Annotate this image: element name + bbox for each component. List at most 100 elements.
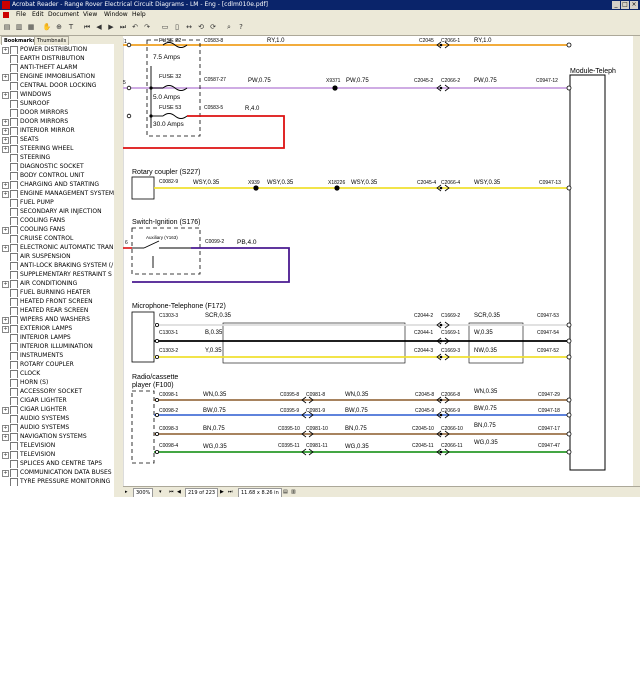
expand-icon[interactable]: + [2, 182, 9, 189]
bookmark-item[interactable]: + COOLING FANS [0, 225, 114, 234]
bookmark-item[interactable]: CRUISE CONTROL [0, 234, 114, 243]
expand-icon[interactable]: + [2, 470, 9, 477]
bookmark-item[interactable]: HORN (S) [0, 378, 114, 387]
expand-icon[interactable]: + [2, 74, 9, 81]
bookmark-item[interactable]: SUPPLEMENTARY RESTRAINT S [0, 270, 114, 279]
hand-tool-icon[interactable]: ✋ [42, 22, 52, 32]
expand-icon[interactable]: + [2, 227, 9, 234]
panel-splitter[interactable] [114, 36, 123, 497]
bookmark-item[interactable]: CENTRAL DOOR LOCKING [0, 81, 114, 90]
menu-view[interactable]: View [83, 10, 97, 20]
bookmark-item[interactable]: + ENGINE IMMOBILISATION [0, 72, 114, 81]
zoom-field[interactable]: 300% [133, 488, 154, 497]
open-icon[interactable]: ▤ [2, 22, 12, 32]
bookmark-item[interactable]: TYRE PRESSURE MONITORING [0, 477, 114, 486]
bookmark-item[interactable]: CLOCK [0, 369, 114, 378]
maximize-icon[interactable]: □ [621, 1, 629, 9]
close-icon[interactable]: × [630, 1, 638, 9]
menu-edit[interactable]: Edit [32, 10, 44, 20]
bookmark-item[interactable]: SPLICES AND CENTRE TAPS [0, 459, 114, 468]
bookmark-item[interactable]: + ELECTRONIC AUTOMATIC TRAN [0, 243, 114, 252]
print-icon[interactable]: ▥ [14, 22, 24, 32]
expand-icon[interactable]: + [2, 146, 9, 153]
previous-page-icon[interactable]: ◀ [94, 22, 104, 32]
tab-bookmarks[interactable]: Bookmarks [1, 36, 39, 45]
next-page-icon[interactable]: ▶ [106, 22, 116, 32]
expand-icon[interactable]: + [2, 137, 9, 144]
expand-icon[interactable]: + [2, 407, 9, 414]
bookmark-item[interactable]: ANTI-THEFT ALARM [0, 63, 114, 72]
bookmark-item[interactable]: HEATED FRONT SCREEN [0, 297, 114, 306]
fit-width-icon[interactable]: ↔ [184, 22, 194, 32]
expand-icon[interactable]: + [2, 128, 9, 135]
page-layout-icon[interactable]: ▤ [283, 488, 288, 496]
bookmark-item[interactable]: INSTRUMENTS [0, 351, 114, 360]
bookmark-item[interactable]: EARTH DISTRIBUTION [0, 54, 114, 63]
bookmark-item[interactable]: TELEVISION [0, 441, 114, 450]
bookmark-item[interactable]: + WINDOWS [0, 90, 114, 99]
first-page-icon[interactable]: ⏮ [82, 22, 92, 32]
last-page-icon[interactable]: ⏭ [118, 22, 128, 32]
zoom-dropdown-icon[interactable]: ▾ [159, 488, 162, 496]
bookmark-item[interactable]: SUNROOF [0, 99, 114, 108]
bookmark-item[interactable]: + AUDIO SYSTEMS [0, 423, 114, 432]
bookmark-item[interactable]: + CHARGING AND STARTING [0, 180, 114, 189]
bookmark-item[interactable]: SECONDARY AIR INJECTION [0, 207, 114, 216]
bookmark-item[interactable]: DOOR MIRRORS [0, 108, 114, 117]
expand-icon[interactable]: + [2, 281, 9, 288]
bookmark-item[interactable]: + COMMUNICATION DATA BUSES [0, 468, 114, 477]
bookmark-item[interactable]: ACCESSORY SOCKET [0, 387, 114, 396]
bookmark-item[interactable]: FUEL BURNING HEATER [0, 288, 114, 297]
bookmark-item[interactable]: + TELEVISION [0, 450, 114, 459]
find-icon[interactable]: ⌕ [224, 22, 234, 32]
bookmark-item[interactable]: + POWER DISTRIBUTION [0, 45, 114, 54]
bookmark-item[interactable]: + INTERIOR MIRROR [0, 126, 114, 135]
continuous-icon[interactable]: ▥ [291, 488, 296, 496]
status-last-page-icon[interactable]: ⏭ [228, 488, 233, 496]
status-prev-page-icon[interactable]: ◀ [177, 488, 181, 496]
bookmark-item[interactable]: AUDIO SYSTEMS [0, 414, 114, 423]
tab-thumbnails[interactable]: Thumbnails [34, 36, 70, 45]
bookmark-item[interactable]: + SEATS [0, 135, 114, 144]
bookmark-item[interactable]: ROTARY COUPLER [0, 360, 114, 369]
go-back-icon[interactable]: ↶ [130, 22, 140, 32]
show-hide-navigation-icon[interactable]: ▦ [26, 22, 36, 32]
menu-file[interactable]: File [16, 10, 26, 20]
bookmark-item[interactable]: + AIR CONDITIONING [0, 279, 114, 288]
doc-menu-icon[interactable]: ▸ [125, 488, 128, 496]
expand-icon[interactable]: + [2, 119, 9, 126]
bookmark-item[interactable]: INTERIOR LAMPS [0, 333, 114, 342]
bookmark-item[interactable]: + NAVIGATION SYSTEMS [0, 432, 114, 441]
bookmark-item[interactable]: + EXTERIOR LAMPS [0, 324, 114, 333]
menu-help[interactable]: Help [132, 10, 146, 20]
menu-window[interactable]: Window [104, 10, 128, 20]
rotate-right-icon[interactable]: ⟳ [208, 22, 218, 32]
status-next-page-icon[interactable]: ▶ [220, 488, 224, 496]
expand-icon[interactable]: + [2, 425, 9, 432]
expand-icon[interactable]: + [2, 191, 9, 198]
expand-icon[interactable]: + [2, 245, 9, 252]
bookmark-item[interactable]: STEERING [0, 153, 114, 162]
expand-icon[interactable]: + [2, 47, 9, 54]
bookmark-item[interactable]: + STEERING WHEEL [0, 144, 114, 153]
expand-icon[interactable]: + [2, 452, 9, 459]
bookmark-item[interactable]: BODY CONTROL UNIT [0, 171, 114, 180]
expand-icon[interactable]: + [2, 92, 9, 99]
actual-size-icon[interactable]: ▭ [160, 22, 170, 32]
bookmark-item[interactable]: INTERIOR ILLUMINATION [0, 342, 114, 351]
bookmark-item[interactable]: COOLING FANS [0, 216, 114, 225]
expand-icon[interactable]: + [2, 434, 9, 441]
rotate-left-icon[interactable]: ⟲ [196, 22, 206, 32]
bookmark-item[interactable]: HEATED REAR SCREEN [0, 306, 114, 315]
bookmark-item[interactable]: AIR SUSPENSION [0, 252, 114, 261]
menu-document[interactable]: Document [48, 10, 79, 20]
bookmark-item[interactable]: + CIGAR LIGHTER [0, 405, 114, 414]
bookmark-item[interactable]: DIAGNOSTIC SOCKET [0, 162, 114, 171]
go-forward-icon[interactable]: ↷ [142, 22, 152, 32]
select-text-icon[interactable]: T [66, 22, 76, 32]
bookmark-item[interactable]: + DOOR MIRRORS [0, 117, 114, 126]
minimize-icon[interactable]: _ [612, 1, 620, 9]
page-field[interactable]: 219 of 223 [185, 488, 219, 497]
bookmark-item[interactable]: FUEL PUMP [0, 198, 114, 207]
bookmark-item[interactable]: CIGAR LIGHTER [0, 396, 114, 405]
